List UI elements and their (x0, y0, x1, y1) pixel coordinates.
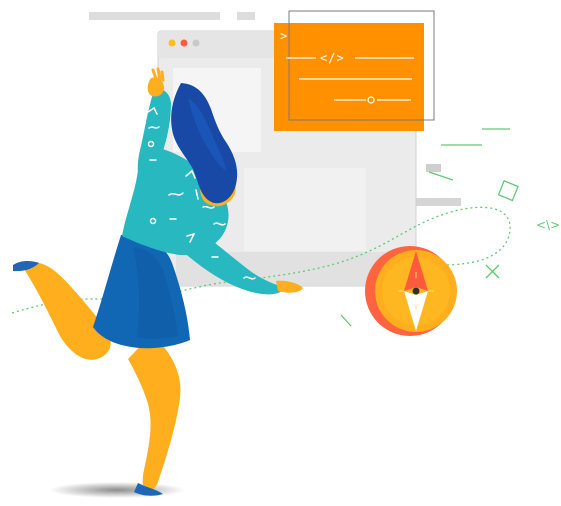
square-outline-icon (497, 180, 519, 202)
cursor-glyph: > (280, 29, 288, 43)
top-gray-strip-1 (89, 12, 220, 20)
window-gray-strip-2 (426, 164, 441, 172)
window-dot-gray-icon (192, 39, 200, 47)
compass-center-icon (412, 287, 420, 295)
compass-wheel (365, 246, 457, 336)
side-code-mark: <\> (536, 218, 560, 232)
window-dot-red-icon (180, 39, 188, 47)
back-leg (21, 262, 111, 360)
window-dot-yellow-icon (168, 39, 176, 47)
hero-illustration: > </> <\> (0, 0, 561, 506)
speed-line-3 (428, 171, 454, 181)
code-window: > </> (274, 10, 435, 131)
slash-mark (340, 314, 352, 327)
illustration-svg: > </> <\> (11, 10, 560, 498)
front-leg (128, 334, 181, 491)
content-panel-right (244, 168, 366, 251)
code-icon: </> (320, 51, 345, 65)
figure-shadow (49, 482, 185, 498)
top-gray-strip-2 (237, 12, 255, 20)
x-mark-icon (485, 264, 500, 279)
